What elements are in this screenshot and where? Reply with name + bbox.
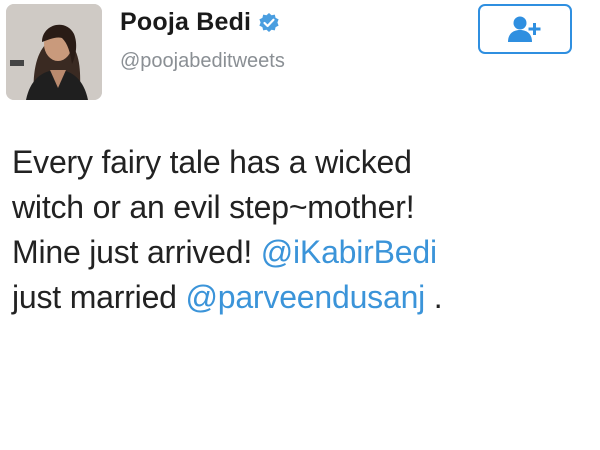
display-name-row: Pooja Bedi: [120, 8, 280, 37]
tweet-text: Every fairy tale has a wicked witch or a…: [12, 140, 592, 320]
verified-badge-icon: [258, 12, 280, 34]
mention-ikabirbedi[interactable]: @iKabirBedi: [261, 234, 437, 270]
user-handle[interactable]: @poojabeditweets: [120, 50, 285, 73]
tweet-line-4-text: just married: [12, 279, 186, 315]
tweet-line-2: witch or an evil step~mother!: [12, 189, 415, 225]
tweet-line-3: Mine just arrived! @iKabirBedi: [12, 230, 592, 275]
display-name[interactable]: Pooja Bedi: [120, 8, 251, 37]
follow-button[interactable]: [478, 4, 572, 54]
tweet-line-4: just married @parveendusanj .: [12, 275, 592, 320]
tweet-line-4-end: .: [425, 279, 443, 315]
tweet-line-1: Every fairy tale has a wicked: [12, 144, 412, 180]
mention-parveendusanj[interactable]: @parveendusanj: [185, 279, 425, 315]
tweet-card: Pooja Bedi @poojabeditweets Every fairy …: [0, 0, 600, 450]
tweet-line-3-text: Mine just arrived!: [12, 234, 261, 270]
follow-user-icon: [508, 16, 541, 42]
profile-photo-icon: [6, 4, 102, 100]
avatar[interactable]: [6, 4, 102, 100]
